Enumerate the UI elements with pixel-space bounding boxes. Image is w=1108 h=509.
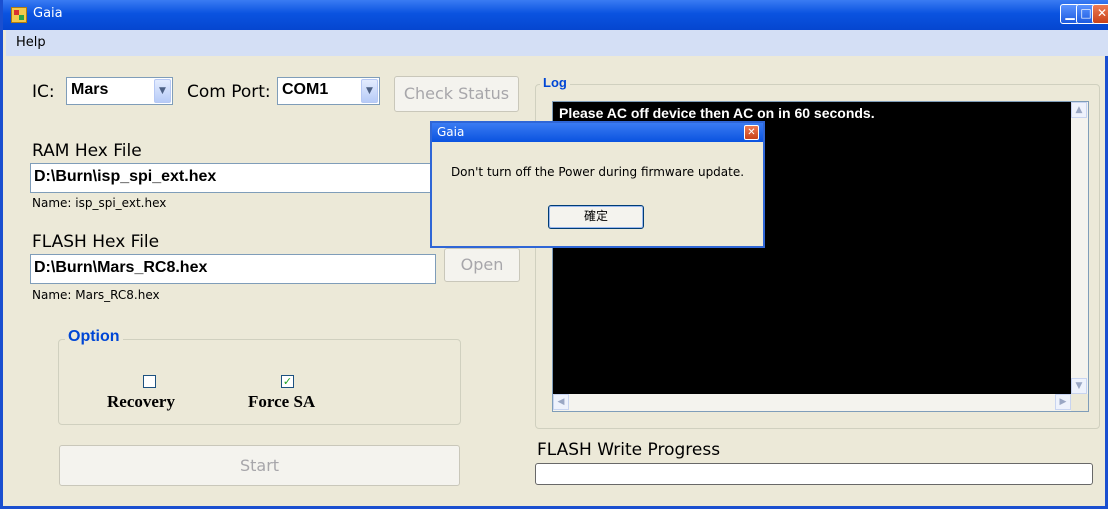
scroll-right-icon[interactable]: ▶: [1055, 394, 1071, 410]
dialog-ok-button[interactable]: 確定: [548, 205, 644, 229]
flash-hex-label: FLASH Hex File: [32, 232, 160, 252]
main-window: Gaia ▁ □ ✕ Help IC: Mars ▼ Com Port: COM…: [0, 0, 1108, 509]
scroll-down-icon[interactable]: ▼: [1071, 378, 1087, 394]
flash-progress-label: FLASH Write Progress: [537, 440, 721, 460]
ram-hex-path: D:\Burn\isp_spi_ext.hex: [34, 168, 217, 185]
ic-select[interactable]: Mars ▼: [66, 77, 173, 105]
open-button[interactable]: Open: [444, 248, 520, 282]
option-legend: Option: [65, 328, 123, 346]
dialog-title: Gaia: [437, 125, 465, 139]
ram-hex-label: RAM Hex File: [32, 141, 142, 161]
scrollbar-corner: [1071, 394, 1088, 411]
start-button[interactable]: Start: [59, 445, 460, 486]
ic-label: IC:: [32, 82, 55, 102]
flash-progress-bar: [535, 463, 1093, 485]
close-button[interactable]: ✕: [1092, 4, 1108, 24]
log-horizontal-scrollbar[interactable]: ◀ ▶: [553, 394, 1071, 411]
flash-hex-name: Name: Mars_RC8.hex: [32, 288, 160, 302]
recovery-checkbox[interactable]: [143, 375, 156, 388]
log-legend: Log: [540, 75, 570, 90]
option-group: Option: [58, 328, 461, 425]
com-port-select[interactable]: COM1 ▼: [277, 77, 380, 105]
menu-bar: Help: [6, 30, 1108, 56]
flash-hex-field[interactable]: D:\Burn\Mars_RC8.hex: [30, 254, 436, 284]
scroll-up-icon[interactable]: ▲: [1071, 102, 1087, 118]
chevron-down-icon[interactable]: ▼: [361, 79, 378, 103]
ram-hex-field[interactable]: D:\Burn\isp_spi_ext.hex: [30, 163, 436, 193]
chevron-down-icon[interactable]: ▼: [154, 79, 171, 103]
force-sa-label: Force SA: [248, 392, 316, 411]
check-status-button[interactable]: Check Status: [394, 76, 519, 112]
log-text: Please AC off device then AC on in 60 se…: [559, 105, 875, 121]
force-sa-checkbox[interactable]: ✓: [281, 375, 294, 388]
ram-hex-name: Name: isp_spi_ext.hex: [32, 196, 167, 210]
com-port-label: Com Port:: [187, 82, 271, 102]
log-vertical-scrollbar[interactable]: ▲ ▼: [1071, 102, 1088, 394]
title-bar[interactable]: Gaia ▁ □ ✕: [3, 0, 1108, 30]
scroll-left-icon[interactable]: ◀: [553, 394, 569, 410]
com-port-select-value: COM1: [282, 81, 329, 98]
window-title: Gaia: [33, 6, 63, 21]
dialog-message: Don't turn off the Power during firmware…: [450, 165, 745, 179]
message-dialog: Gaia ✕ Don't turn off the Power during f…: [430, 121, 765, 248]
flash-hex-path: D:\Burn\Mars_RC8.hex: [34, 259, 208, 276]
app-icon: [11, 7, 27, 23]
recovery-label: Recovery: [107, 392, 175, 411]
menu-help[interactable]: Help: [16, 35, 46, 50]
ic-select-value: Mars: [71, 81, 109, 98]
dialog-title-bar[interactable]: Gaia ✕: [432, 123, 763, 142]
dialog-close-icon[interactable]: ✕: [744, 125, 759, 140]
